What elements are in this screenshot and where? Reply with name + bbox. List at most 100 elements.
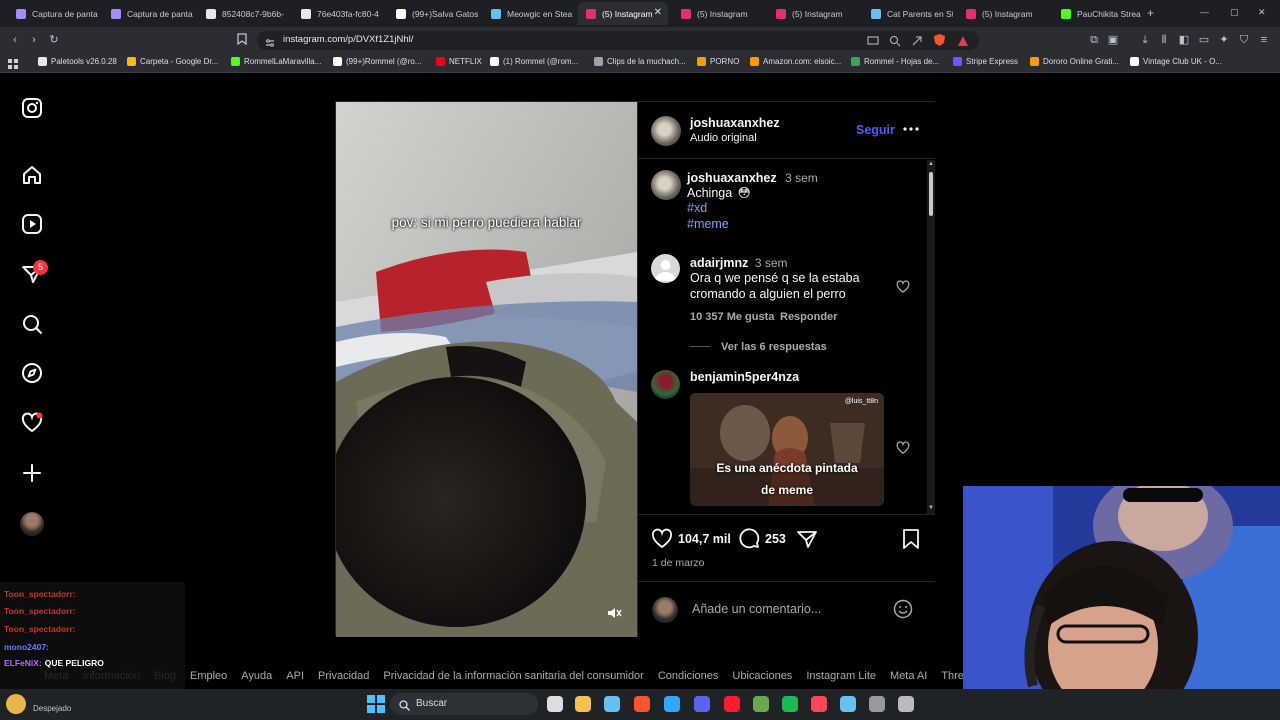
browser-tab[interactable]: (5) Instagram ✕ [578, 2, 668, 25]
comment-2-username[interactable]: benjamin5per4nza [690, 370, 799, 384]
bookmark-item[interactable]: RommelLaMaravilla... [231, 57, 321, 66]
vpn-icon[interactable]: ⛉ [1237, 33, 1251, 47]
footer-link[interactable]: Privacidad [318, 670, 369, 682]
weather-label[interactable]: Despejado [33, 704, 71, 713]
obs-icon[interactable] [869, 696, 885, 712]
zoom-icon[interactable] [889, 34, 901, 47]
sidebar-toggle-icon[interactable]: ◧ [1177, 33, 1191, 47]
more-options-icon[interactable] [903, 121, 919, 137]
browser-tab[interactable]: (99+)Salva Gatos [388, 2, 478, 25]
caption-username[interactable]: joshuaxanxhez [687, 171, 777, 185]
bookmark-item[interactable]: Carpeta - Google Dr... [127, 57, 218, 66]
bookmark-icon[interactable] [235, 33, 249, 47]
library-icon[interactable]: ⫴ [1157, 33, 1171, 47]
reel-video[interactable]: pov: si mi perro puediera hablar [336, 102, 637, 637]
browser-tab[interactable]: (5) Instagram [673, 2, 763, 25]
comment-icon[interactable] [738, 528, 760, 550]
instagram-logo-icon[interactable] [20, 96, 44, 120]
browser-tab[interactable]: 76e403fa-fc80-4 [293, 2, 383, 25]
hashtag-meme[interactable]: #meme [687, 217, 729, 231]
follow-button[interactable]: Seguir [856, 123, 895, 137]
steam-icon[interactable] [604, 696, 620, 712]
bookmark-item[interactable]: Vintage Club UK - O... [1130, 57, 1222, 66]
footer-link[interactable]: Condiciones [658, 670, 719, 682]
valorant-icon[interactable] [811, 696, 827, 712]
comment-gif[interactable]: @luis_tt8n Es una anécdota pintada de me… [690, 393, 884, 506]
search-icon[interactable] [20, 312, 44, 336]
hashtag-xd[interactable]: #xd [687, 201, 707, 215]
taskbar-search[interactable]: Buscar [390, 693, 538, 715]
brave-rewards-icon[interactable] [957, 34, 969, 46]
like-heart-icon[interactable] [651, 528, 673, 550]
maximize-icon[interactable]: ▢ [1230, 7, 1239, 18]
mute-icon[interactable] [606, 605, 622, 621]
explore-icon[interactable] [20, 361, 44, 385]
bookmark-item[interactable]: NETFLIX [436, 57, 482, 66]
footer-link[interactable]: Privacidad de la información sanitaria d… [383, 670, 643, 682]
apps-grid-icon[interactable] [8, 57, 19, 69]
extension-2-icon[interactable]: ▣ [1106, 33, 1120, 47]
minecraft-icon[interactable] [753, 696, 769, 712]
brave-icon[interactable] [634, 696, 650, 712]
download-icon[interactable]: ⤓ [1138, 33, 1152, 47]
bookmark-item[interactable]: Dororo Online Grati... [1030, 57, 1119, 66]
footer-link[interactable]: Ayuda [241, 670, 272, 682]
author-username[interactable]: joshuaxanxhez [690, 116, 780, 130]
like-count[interactable]: 104,7 mil [678, 532, 731, 546]
scroll-up-arrow[interactable]: ▲ [928, 161, 934, 167]
share-icon[interactable] [911, 34, 923, 46]
discord-icon[interactable] [694, 696, 710, 712]
browser-tab[interactable]: (5) Instagram [958, 2, 1048, 25]
save-icon[interactable] [901, 528, 921, 550]
scroll-down-arrow[interactable]: ▼ [928, 505, 934, 511]
comment-count[interactable]: 253 [765, 532, 786, 546]
browser-tab[interactable]: Cat Parents en St [863, 2, 953, 25]
comment-input[interactable]: Añade un comentario... [692, 602, 821, 616]
leo-ai-icon[interactable]: ✦ [1217, 33, 1231, 47]
browser-tab[interactable]: (5) Instagram [768, 2, 858, 25]
comment-likes[interactable]: 10 357 Me gusta [690, 311, 774, 323]
bookmark-item[interactable]: Rommel - Hojas de... [851, 57, 939, 66]
site-info-icon[interactable] [265, 35, 275, 47]
photoshop-icon[interactable] [664, 696, 680, 712]
bookmark-item[interactable]: Paletools v26.0.28 [38, 57, 117, 66]
new-tab-button[interactable]: + [1147, 6, 1154, 20]
share-icon[interactable] [796, 528, 818, 550]
profile-avatar[interactable] [20, 512, 44, 536]
minimize-icon[interactable]: — [1200, 7, 1209, 17]
desktop-app-icon[interactable] [547, 696, 563, 712]
close-tab-icon[interactable]: ✕ [654, 7, 662, 18]
calculator-icon[interactable] [898, 696, 914, 712]
commenter-avatar[interactable] [651, 254, 680, 283]
back-icon[interactable]: ‹ [8, 33, 22, 47]
footer-link[interactable]: API [286, 670, 304, 682]
close-window-icon[interactable]: ✕ [1258, 7, 1266, 18]
reload-icon[interactable]: ↻ [47, 33, 61, 47]
comment-2-like-heart-icon[interactable] [896, 441, 910, 455]
weather-icon[interactable] [6, 694, 26, 714]
notifications-icon[interactable] [20, 411, 44, 435]
windows-start-icon[interactable] [367, 695, 385, 713]
comments-scrollbar[interactable]: ▲ ▼ [927, 160, 935, 514]
reply-button[interactable]: Responder [780, 311, 837, 323]
footer-link[interactable]: Meta AI [890, 670, 927, 682]
footer-link[interactable]: Ubicaciones [732, 670, 792, 682]
browser-tab[interactable]: Captura de panta [103, 2, 193, 25]
caption-avatar[interactable] [651, 170, 681, 200]
browser-tab[interactable]: 852408c7-9b6b- [198, 2, 288, 25]
browser-tab[interactable]: Meowgic en Stea [483, 2, 573, 25]
footer-link[interactable]: Instagram Lite [806, 670, 876, 682]
bookmark-item[interactable]: (1) Rommel (@rom... [490, 57, 578, 66]
brave-shield-icon[interactable] [933, 33, 946, 47]
scrollbar-thumb[interactable] [929, 172, 933, 216]
bookmark-item[interactable]: Amazon.com: eisoic... [750, 57, 841, 66]
opera-icon[interactable] [724, 696, 740, 712]
steam-2-icon[interactable] [840, 696, 856, 712]
extensions-icon[interactable]: ⧉ [1087, 33, 1101, 47]
commenter-2-avatar[interactable] [651, 370, 680, 399]
browser-tab[interactable]: PauChikita Strea [1053, 2, 1143, 25]
bookmark-item[interactable]: Stripe Express [953, 57, 1018, 66]
spotify-icon[interactable] [782, 696, 798, 712]
bookmark-item[interactable]: PORNO [697, 57, 739, 66]
wallet-icon[interactable]: ▭ [1197, 33, 1211, 47]
